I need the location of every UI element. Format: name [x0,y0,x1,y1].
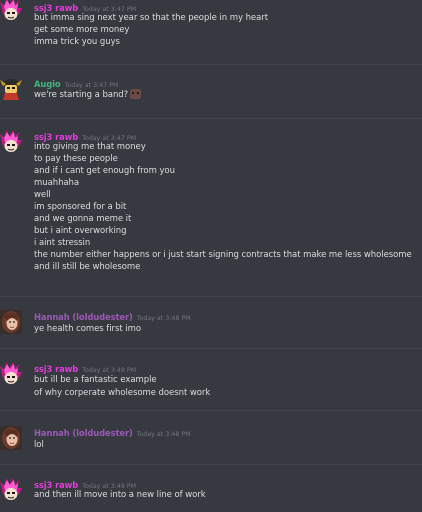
pig-face-emoji [130,89,142,99]
message-divider [0,118,422,119]
message-line: get some more money [34,25,130,35]
timestamp: Today at 3:47 PM [64,82,119,89]
message-divider [0,64,422,65]
message-line: the number either happens or i just star… [34,250,412,260]
message-line: i aint stressin [34,238,91,248]
timestamp: Today at 3:48 PM [82,367,137,374]
message-line: and then ill move into a new line of wor… [34,490,206,500]
message-line: and we gonna meme it [34,214,132,224]
message-line: we're starting a band? [34,89,142,101]
message-line: and ill still be wholesome [34,262,141,272]
message-line: but i aint overworking [34,226,127,236]
chat-messages: ssj3 rawb Today at 3:47 PM but imma sing … [0,0,422,512]
ssj3-avatar[interactable] [0,0,22,22]
message-line: muahhaha [34,178,80,188]
message-divider [0,464,422,465]
ssj3-avatar[interactable] [0,478,22,502]
message-divider [0,348,422,349]
message-line: and if i cant get enough from you [34,166,175,176]
message-text: we're starting a band? [34,90,129,100]
hannah-avatar[interactable] [0,426,22,450]
message-line: of why corperate wholesome doesnt work [34,388,211,398]
author-name[interactable]: Hannah (loldudester) [34,312,133,322]
ssj3-avatar[interactable] [0,362,22,386]
message-line: into giving me that money [34,142,146,152]
message-line: ye health comes first imo [34,324,141,334]
timestamp: Today at 3:48 PM [136,315,191,322]
message-divider [0,296,422,297]
message-line: im sponsored for a bit [34,202,127,212]
ssj3-avatar[interactable] [0,130,22,154]
hannah-avatar[interactable] [0,310,22,334]
message-line: but ill be a fantastic example [34,375,157,385]
message-divider [0,410,422,411]
message-line: to pay these people [34,154,118,164]
message-line: lol [34,440,44,450]
message-line: imma trick you guys [34,37,120,47]
augio-avatar[interactable] [0,76,22,100]
author-name[interactable]: ssj3 rawb [34,364,78,374]
author-name[interactable]: Augio [34,79,61,89]
author-name[interactable]: Hannah (loldudester) [34,428,133,438]
message-header: Hannah (loldudester) Today at 3:48 PM [34,425,191,441]
message-line: but imma sing next year so that the peop… [34,13,268,23]
message-line: well [34,190,51,200]
timestamp: Today at 3:48 PM [136,431,191,438]
